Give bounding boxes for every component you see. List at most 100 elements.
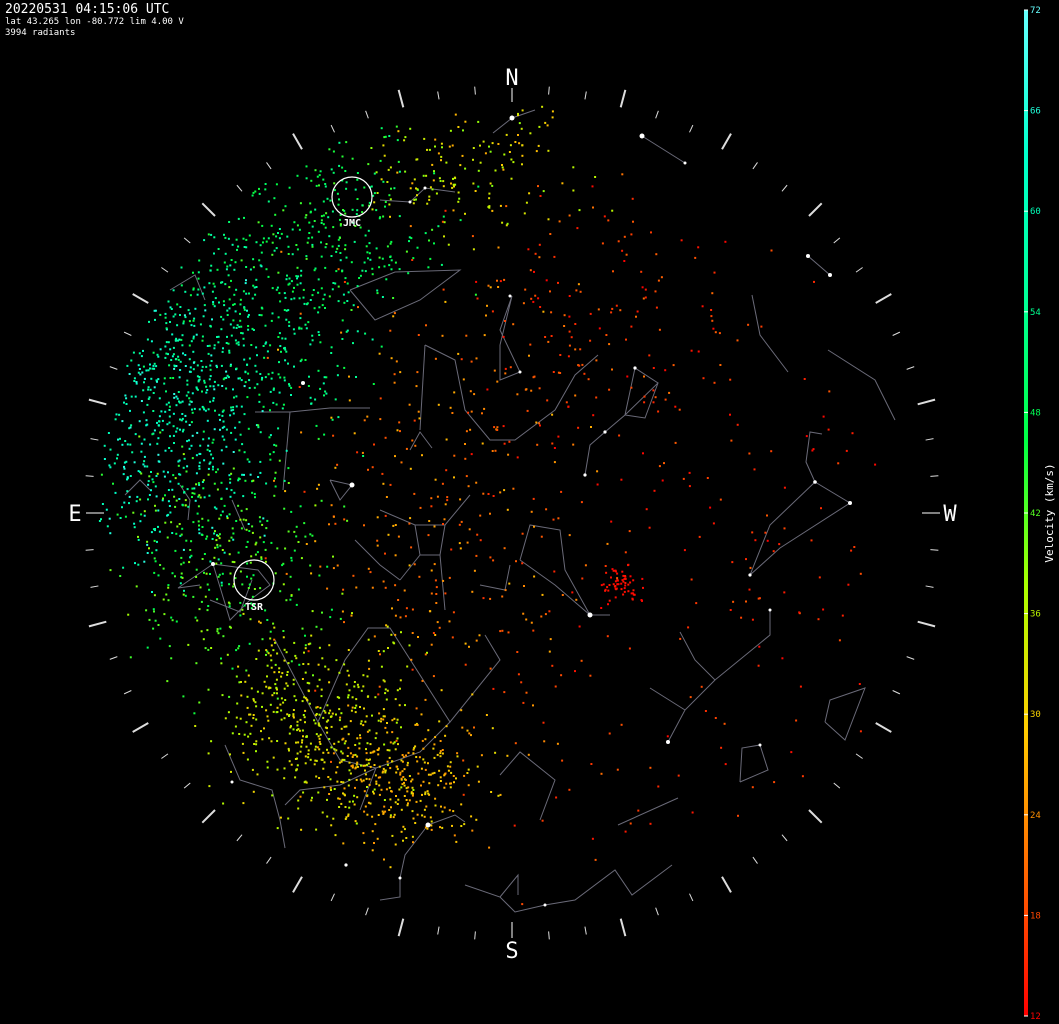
radiant-point — [167, 489, 170, 491]
radiant-point — [266, 519, 269, 522]
radiant-point — [297, 588, 300, 591]
radiant-point — [407, 802, 409, 805]
radiant-point — [414, 723, 417, 726]
radiant-point — [393, 642, 396, 645]
radiant-point — [330, 715, 333, 718]
radiant-point — [621, 249, 624, 252]
shower-label-jmc: JMC — [343, 218, 361, 229]
radiant-point — [578, 364, 581, 367]
radiant-point — [422, 758, 425, 761]
radiant-point — [344, 277, 347, 280]
radiant-point — [302, 296, 305, 299]
radiant-point — [198, 483, 201, 486]
radiant-point — [375, 782, 378, 785]
radiant-point — [392, 816, 395, 819]
radiant-point — [180, 563, 183, 566]
radiant-point — [133, 377, 136, 380]
radiant-point — [386, 731, 389, 734]
radiant-point — [363, 261, 366, 264]
radiant-point — [309, 299, 312, 301]
radiant-point — [541, 819, 544, 822]
radiant-point — [328, 793, 331, 795]
radiant-point — [435, 586, 438, 589]
radiant-point — [532, 497, 535, 500]
radiant-point — [470, 453, 473, 456]
radiant-point — [158, 530, 161, 533]
radiant-point — [243, 246, 246, 248]
radiant-point — [282, 630, 285, 632]
radiant-point — [474, 190, 477, 192]
radiant-point — [344, 212, 347, 215]
radiant-point — [518, 142, 521, 145]
radiant-point — [288, 321, 291, 324]
radiant-point — [549, 638, 552, 641]
radiant-point — [429, 816, 432, 819]
radiant-point — [208, 450, 211, 453]
radiant-point — [367, 163, 370, 166]
radiant-point — [574, 394, 577, 397]
radiant-point — [377, 650, 380, 652]
radiant-point — [254, 364, 257, 367]
radiant-point — [212, 282, 215, 285]
radiant-point — [362, 779, 365, 782]
radiant-point — [551, 664, 554, 667]
radiant-point — [247, 735, 250, 738]
radiant-point — [416, 813, 419, 816]
radiant-point — [206, 389, 209, 391]
radiant-point — [164, 345, 167, 348]
radiant-point — [369, 751, 372, 754]
radiant-point — [296, 283, 299, 286]
radiant-point — [341, 155, 344, 158]
radiant-point — [221, 414, 224, 417]
radiant-point — [288, 749, 290, 752]
radiant-point — [801, 775, 804, 778]
radiant-point — [430, 497, 433, 500]
radiant-point — [379, 418, 382, 421]
radiant-point — [731, 561, 734, 564]
radiant-point — [390, 357, 393, 360]
radiant-point — [259, 431, 262, 434]
radiant-point — [171, 572, 174, 575]
radiant-point — [258, 393, 261, 396]
radiant-point — [311, 245, 314, 248]
radiant-point — [338, 719, 341, 722]
radiant-point — [378, 685, 381, 688]
radiant-point — [450, 782, 452, 785]
radiant-point — [311, 225, 314, 228]
radiant-point — [270, 541, 273, 544]
radiant-point — [405, 837, 408, 839]
radiant-point — [380, 720, 382, 723]
radiant-point — [484, 152, 487, 155]
radiant-point — [415, 800, 418, 803]
radiant-point — [309, 396, 312, 399]
radiant-point — [525, 201, 528, 204]
radiant-point — [799, 685, 802, 688]
radiant-point — [140, 450, 143, 453]
radiant-point — [195, 662, 198, 665]
colorbar-tick-label: 30 — [1030, 710, 1041, 720]
radiant-point — [764, 531, 767, 534]
constellation-line — [424, 344, 599, 441]
cardinal-east: E — [68, 502, 104, 527]
radiant-point — [323, 761, 326, 764]
radiant-point — [417, 410, 420, 413]
radiant-point — [529, 269, 532, 272]
radiant-point — [473, 393, 476, 396]
radiant-point — [208, 282, 211, 285]
radiant-point — [384, 552, 386, 555]
radiant-point — [632, 589, 635, 592]
radiant-point — [184, 365, 187, 367]
radiant-point — [874, 463, 877, 466]
radiant-point — [307, 237, 310, 240]
radiant-point — [143, 438, 146, 441]
radiant-point — [408, 775, 411, 777]
radiant-point — [391, 834, 394, 837]
radiant-point — [623, 577, 626, 580]
radiant-point — [232, 532, 235, 535]
radiant-point — [486, 304, 488, 307]
radiant-point — [219, 514, 222, 517]
radiant-point — [328, 712, 331, 715]
radiant-point — [187, 391, 190, 394]
radiant-point — [276, 827, 279, 830]
radiant-point — [565, 401, 568, 404]
